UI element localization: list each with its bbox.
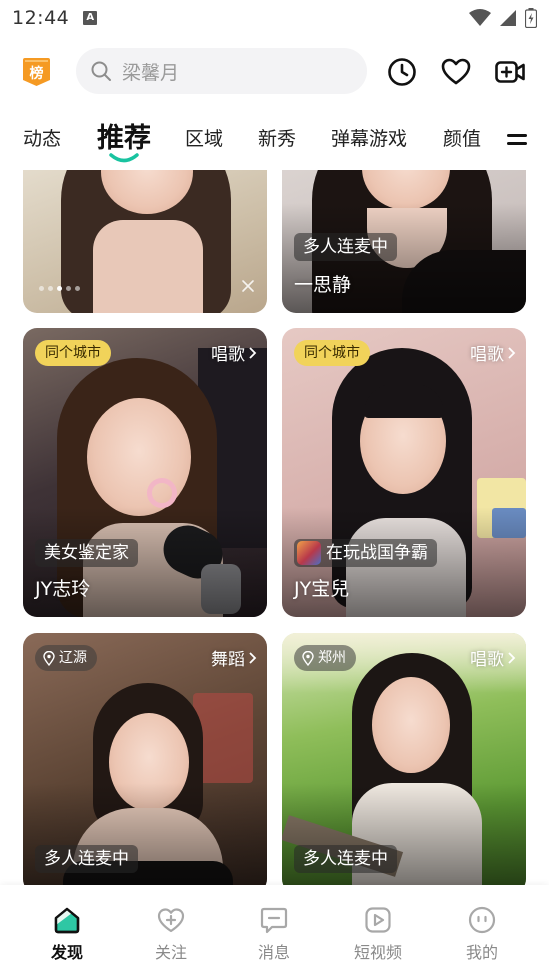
live-tag: 在玩战国争霸	[294, 539, 437, 567]
message-bubble-icon	[260, 907, 288, 934]
status-time: 12:44	[12, 7, 70, 29]
ranking-badge-icon: 榜	[23, 58, 50, 86]
chevron-right-icon	[508, 651, 516, 664]
live-card[interactable]: 辽源 舞蹈 多人连麦中	[23, 633, 267, 885]
rank-badge-label: 榜	[30, 65, 44, 82]
nav-short-video[interactable]: 短视频	[343, 905, 413, 963]
a-notification-icon: A	[83, 11, 98, 25]
nav-label: 发现	[50, 943, 83, 962]
close-icon[interactable]	[241, 279, 255, 293]
tab-recommend[interactable]: 推荐	[97, 116, 151, 155]
go-live-camera-icon[interactable]	[494, 56, 526, 88]
streamer-name: JY志玲	[35, 578, 91, 600]
top-header: 榜 梁馨月	[0, 44, 549, 100]
nav-label: 关注	[154, 943, 187, 962]
profile-face-icon	[468, 906, 496, 934]
location-pin-icon	[302, 650, 314, 666]
same-city-badge: 同个城市	[294, 340, 370, 366]
location-badge: 辽源	[35, 645, 97, 671]
category-text: 舞蹈	[211, 650, 245, 670]
nav-label: 短视频	[353, 943, 402, 962]
active-tab-indicator	[109, 153, 139, 163]
category-text: 唱歌	[470, 345, 504, 365]
bottom-navigation: 发现 关注 消息 短视频 我的	[0, 885, 549, 977]
location-text: 辽源	[59, 650, 87, 666]
nav-profile[interactable]: 我的	[447, 905, 517, 963]
discover-home-icon	[54, 907, 80, 934]
battery-icon	[525, 8, 537, 28]
follow-heart-icon	[157, 908, 185, 933]
category-label[interactable]: 唱歌	[470, 645, 516, 670]
location-badge: 郑州	[294, 645, 356, 671]
game-thumbnail-icon	[297, 541, 321, 565]
live-card[interactable]: 多人连麦中 一思静	[282, 170, 526, 313]
live-tag: 多人连麦中	[35, 845, 138, 873]
tab-dynamic[interactable]: 动态	[23, 124, 61, 151]
live-tag: 美女鉴定家	[35, 539, 138, 567]
live-cover-image	[23, 170, 267, 313]
search-icon	[91, 61, 111, 81]
category-label[interactable]: 唱歌	[211, 340, 257, 365]
nav-label: 我的	[465, 943, 498, 962]
signal-icon	[500, 10, 516, 26]
streamer-name: JY宝兒	[294, 578, 350, 600]
tab-newcomer[interactable]: 新秀	[258, 124, 296, 151]
tab-danmaku-games[interactable]: 弹幕游戏	[331, 124, 407, 151]
live-tag: 多人连麦中	[294, 233, 397, 261]
status-bar: 12:44 A	[0, 0, 549, 36]
location-pin-icon	[43, 650, 55, 666]
category-label[interactable]: 舞蹈	[211, 645, 257, 670]
rank-badge[interactable]: 榜	[21, 56, 52, 88]
live-card[interactable]	[23, 170, 267, 313]
streamer-name: 一思静	[294, 274, 352, 296]
favorites-heart-icon[interactable]	[440, 56, 472, 88]
live-card[interactable]: 同个城市 唱歌 美女鉴定家 JY志玲	[23, 328, 267, 617]
live-feed[interactable]: 多人连麦中 一思静 同个城市 唱歌 美女鉴定家 JY志玲 同个城市 唱歌 在玩战…	[0, 170, 549, 885]
category-tabs: 动态 推荐 区域 新秀 弹幕游戏 颜值	[0, 112, 549, 168]
same-city-badge: 同个城市	[35, 340, 111, 366]
category-text: 唱歌	[211, 345, 245, 365]
short-video-play-icon	[365, 907, 391, 933]
nav-messages[interactable]: 消息	[239, 905, 309, 963]
category-text: 唱歌	[470, 650, 504, 670]
nav-label: 消息	[257, 943, 290, 962]
nav-follow[interactable]: 关注	[136, 905, 206, 963]
chevron-right-icon	[249, 651, 257, 664]
live-card[interactable]: 郑州 唱歌 多人连麦中	[282, 633, 526, 885]
live-tag: 多人连麦中	[294, 845, 397, 873]
chevron-right-icon	[249, 346, 257, 359]
category-label[interactable]: 唱歌	[470, 340, 516, 365]
search-box[interactable]: 梁馨月	[76, 48, 367, 94]
tabs-menu-icon[interactable]	[507, 134, 527, 150]
nav-discover[interactable]: 发现	[32, 905, 102, 963]
location-text: 郑州	[318, 650, 346, 666]
carousel-dots	[39, 286, 80, 291]
live-card[interactable]: 同个城市 唱歌 在玩战国争霸 JY宝兒	[282, 328, 526, 617]
history-clock-icon[interactable]	[386, 56, 418, 88]
search-placeholder: 梁馨月	[122, 61, 180, 84]
tab-looks[interactable]: 颜值	[443, 124, 481, 151]
chevron-right-icon	[508, 346, 516, 359]
status-icons	[469, 8, 537, 28]
tab-region[interactable]: 区域	[185, 124, 223, 151]
wifi-icon	[469, 9, 491, 26]
live-tag-text: 在玩战国争霸	[326, 543, 428, 563]
